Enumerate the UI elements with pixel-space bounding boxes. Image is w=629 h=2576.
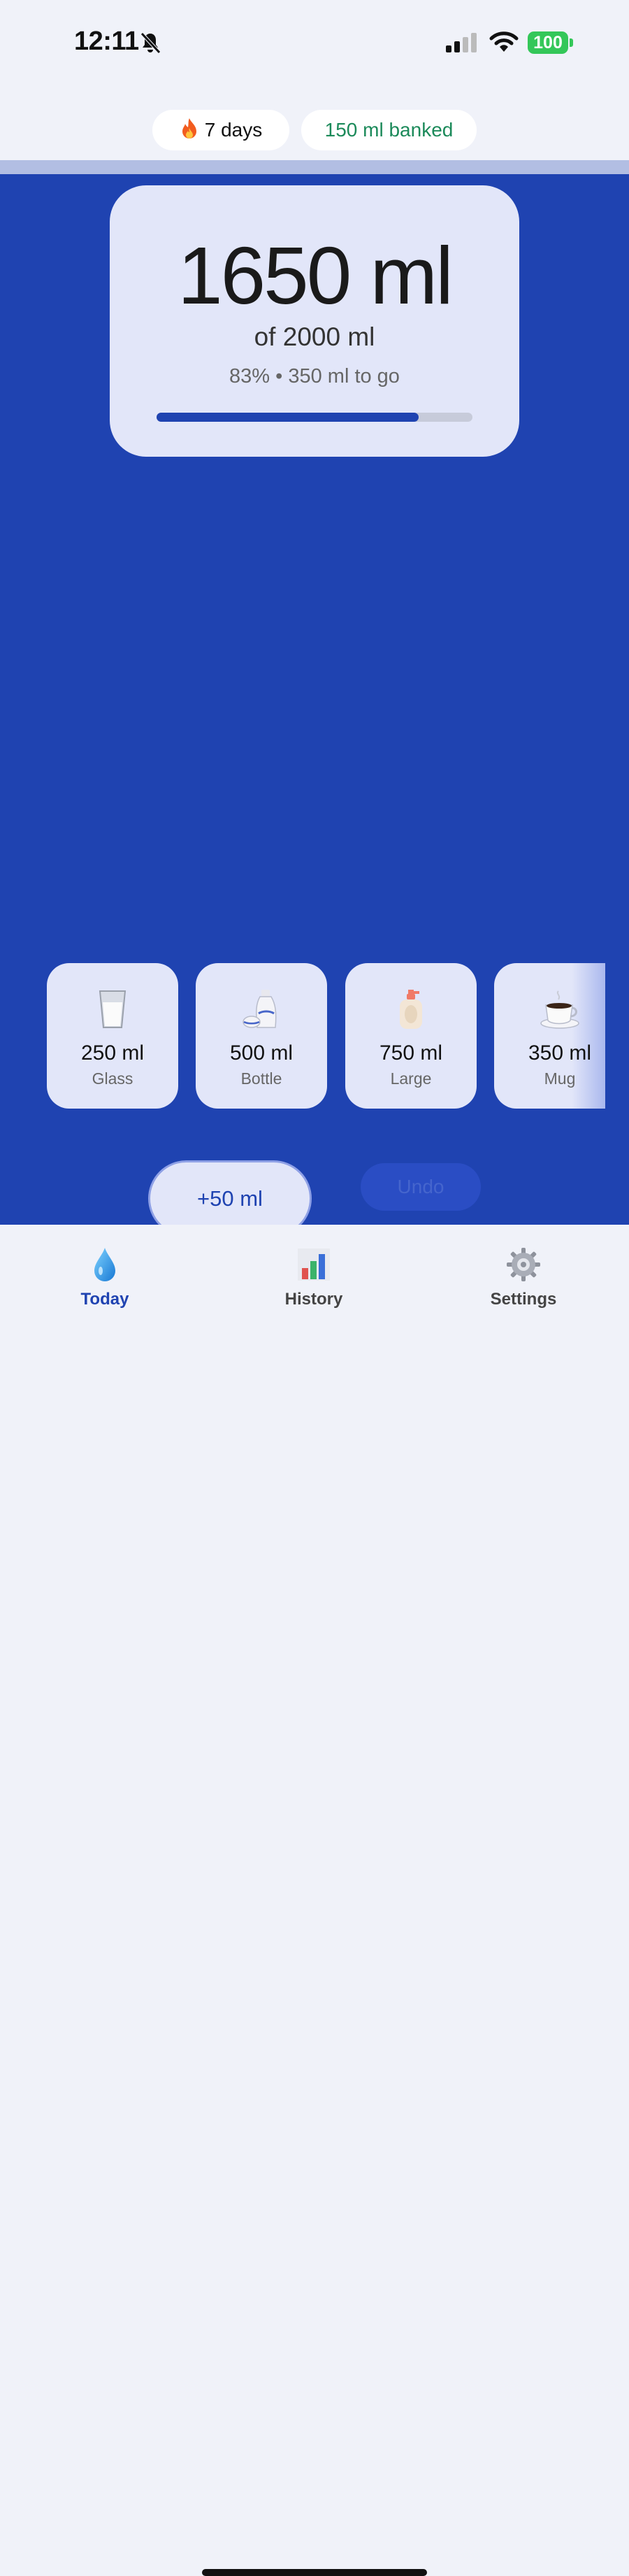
mug-icon <box>540 990 579 1029</box>
undo-button[interactable]: Undo <box>361 1163 481 1211</box>
wifi-icon <box>489 31 519 52</box>
gear-icon <box>507 1248 540 1281</box>
drink-card-mug[interactable]: 350 ml Mug <box>494 963 605 1109</box>
remaining-label: 83% • 350 ml to go <box>229 365 400 387</box>
bottle-icon <box>243 990 277 1028</box>
goal-label: of 2000 ml <box>254 322 375 351</box>
drink-label: Bottle <box>240 1069 282 1088</box>
drink-label: Mug <box>544 1069 576 1088</box>
battery-icon: 100 <box>528 31 574 54</box>
intake-amount: 1650 ml <box>178 230 454 321</box>
large-bottle-icon <box>400 990 422 1029</box>
tab-label: History <box>284 1290 343 1309</box>
drink-card-bottle[interactable]: 500 ml Bottle <box>196 963 327 1109</box>
signal-icon <box>446 33 477 52</box>
drink-card-large[interactable]: 750 ml Large <box>345 963 477 1109</box>
water-drop-icon <box>94 1248 115 1281</box>
tab-history[interactable]: History <box>251 1246 377 1316</box>
bar-chart-icon <box>298 1248 330 1281</box>
status-bar: 12:11 100 <box>0 0 629 84</box>
drink-amount: 500 ml <box>229 1041 294 1065</box>
banked-label: 150 ml banked <box>324 119 454 141</box>
battery-nub <box>570 38 573 47</box>
tab-today[interactable]: Today <box>42 1246 168 1316</box>
drink-label: Glass <box>92 1069 133 1088</box>
battery-level: 100 <box>528 31 568 54</box>
drink-card-glass[interactable]: 250 ml Glass <box>47 963 178 1109</box>
bell-slash-icon <box>140 32 161 54</box>
progress-bar-fill <box>157 413 419 422</box>
status-time: 12:11 <box>74 27 139 56</box>
drink-amount: 750 ml <box>379 1041 443 1065</box>
streak-label: 7 days <box>204 119 263 141</box>
banked-pill[interactable]: 150 ml banked <box>301 110 477 150</box>
home-indicator[interactable] <box>202 2569 427 2576</box>
tab-bar: Today History Settings <box>0 1225 629 2576</box>
drink-amount: 350 ml <box>528 1041 592 1065</box>
drink-label: Large <box>390 1069 432 1088</box>
glass-icon <box>99 990 126 1028</box>
progress-card: 1650 ml of 2000 ml 83% • 350 ml to go <box>110 185 519 457</box>
tab-settings[interactable]: Settings <box>461 1246 586 1316</box>
streak-pill[interactable]: 7 days <box>152 110 289 150</box>
header-divider <box>0 160 629 174</box>
progress-bar <box>157 413 472 422</box>
flame-icon <box>182 118 196 138</box>
drink-amount: 250 ml <box>80 1041 145 1065</box>
tab-label: Settings <box>490 1290 557 1309</box>
tab-label: Today <box>80 1290 129 1309</box>
